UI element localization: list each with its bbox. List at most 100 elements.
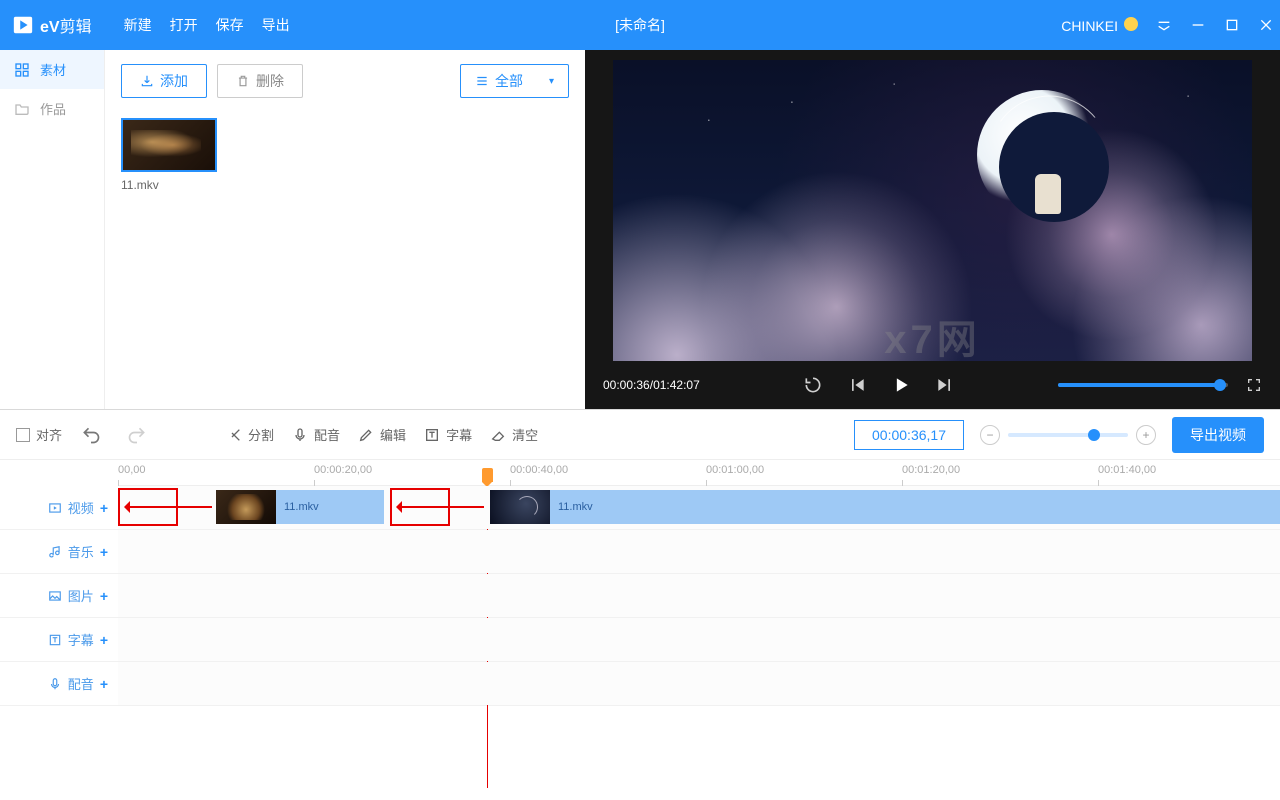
app-logo: eV剪辑: [0, 13, 104, 37]
sidebar-item-media[interactable]: 素材: [0, 50, 104, 89]
slider-thumb[interactable]: [1088, 429, 1100, 441]
undo-icon: [81, 425, 101, 445]
next-icon[interactable]: [935, 375, 955, 395]
minimize-icon[interactable]: [1190, 17, 1206, 33]
dub-tool[interactable]: 配音: [292, 425, 340, 444]
time-ruler[interactable]: 00,00 00:00:20,00 00:00:40,00 00:01:00,0…: [118, 460, 1280, 486]
media-panel: 添加 删除 全部 ▾ 11.mkv: [105, 50, 585, 409]
plus-icon[interactable]: +: [100, 544, 108, 560]
timeline-toolbar-right: − + 导出视频: [854, 417, 1264, 453]
import-icon: [140, 74, 154, 88]
ruler-mark: 00,00: [118, 464, 146, 476]
logo-text: eV剪辑: [40, 13, 92, 37]
pencil-icon: [358, 427, 374, 443]
preview-time: 00:00:36/01:42:07: [603, 378, 700, 392]
rewind-icon[interactable]: [803, 375, 823, 395]
document-title: [未命名]: [615, 15, 665, 35]
watermark: x7网: [884, 307, 981, 361]
annotation-arrow: [126, 506, 212, 508]
scissors-icon: [226, 427, 242, 443]
dub-track-head[interactable]: 配音+: [0, 662, 118, 705]
video-track-head[interactable]: 视频+: [0, 486, 118, 529]
video-track-area[interactable]: 11.mkv 11.mkv 不留空白，前移。 前移实现无缝衔接: [118, 486, 1280, 529]
align-checkbox[interactable]: 对齐: [16, 425, 62, 444]
play-icon[interactable]: [891, 375, 911, 395]
ruler-mark: 00:01:40,00: [1098, 464, 1156, 476]
split-tool[interactable]: 分割: [226, 425, 274, 444]
add-button[interactable]: 添加: [121, 64, 207, 98]
sidebar-item-works[interactable]: 作品: [0, 89, 104, 128]
plus-icon[interactable]: +: [100, 500, 108, 516]
redo-icon: [127, 425, 147, 445]
plus-icon[interactable]: +: [100, 588, 108, 604]
checkbox-icon: [16, 428, 30, 442]
video-clip[interactable]: 11.mkv: [216, 490, 384, 524]
user-name[interactable]: CHINKEI: [1061, 17, 1138, 34]
subtitle-track-area[interactable]: [118, 618, 1280, 661]
figure-shape: [1035, 174, 1061, 214]
export-video-button[interactable]: 导出视频: [1172, 417, 1264, 453]
media-grid: 11.mkv: [121, 118, 569, 192]
title-bar: eV剪辑 新建 打开 保存 导出 [未命名] CHINKEI: [0, 0, 1280, 50]
sidebar-works-label: 作品: [40, 99, 66, 118]
timeline: 00,00 00:00:20,00 00:00:40,00 00:01:00,0…: [0, 460, 1280, 800]
eraser-icon: [490, 427, 506, 443]
image-track-area[interactable]: [118, 574, 1280, 617]
video-icon: [48, 501, 62, 515]
redo-button[interactable]: [120, 418, 154, 452]
play-controls: [700, 375, 1058, 395]
image-track-head[interactable]: 图片+: [0, 574, 118, 617]
video-clip[interactable]: 11.mkv: [490, 490, 1280, 524]
media-item[interactable]: 11.mkv: [121, 118, 217, 192]
timecode-input[interactable]: [854, 420, 964, 450]
timeline-toolbar: 对齐 分割 配音 编辑 字幕 清空 − + 导出视频: [0, 410, 1280, 460]
plus-icon[interactable]: +: [100, 632, 108, 648]
sidebar-media-label: 素材: [40, 60, 66, 79]
mic-icon: [292, 427, 308, 443]
playhead-handle[interactable]: [482, 468, 493, 482]
menu-new[interactable]: 新建: [124, 15, 152, 35]
zoom-in-button[interactable]: +: [1136, 425, 1156, 445]
main-menu: 新建 打开 保存 导出: [124, 15, 290, 35]
plus-icon[interactable]: +: [100, 676, 108, 692]
media-thumbnail: [121, 118, 217, 172]
preview-frame: x7网: [613, 60, 1252, 361]
menu-save[interactable]: 保存: [216, 15, 244, 35]
clear-tool[interactable]: 清空: [490, 425, 538, 444]
media-name: 11.mkv: [121, 178, 217, 192]
slider-thumb[interactable]: [1214, 379, 1226, 391]
fullscreen-icon[interactable]: [1246, 377, 1262, 393]
title-right: CHINKEI: [1061, 17, 1274, 34]
delete-label: 删除: [256, 71, 284, 91]
prev-icon[interactable]: [847, 375, 867, 395]
clip-thumbnail: [216, 490, 276, 524]
clip-thumbnail: [490, 490, 550, 524]
menu-open[interactable]: 打开: [170, 15, 198, 35]
dub-track-area[interactable]: [118, 662, 1280, 705]
subtitle-track: 字幕+: [0, 618, 1280, 662]
folder-icon: [14, 101, 30, 117]
subtitle-tool[interactable]: 字幕: [424, 425, 472, 444]
clip-label: 11.mkv: [558, 501, 593, 513]
subtitle-track-head[interactable]: 字幕+: [0, 618, 118, 661]
delete-button[interactable]: 删除: [217, 64, 303, 98]
music-track: 音乐+: [0, 530, 1280, 574]
zoom-out-button[interactable]: −: [980, 425, 1000, 445]
music-track-head[interactable]: 音乐+: [0, 530, 118, 573]
ruler-mark: 00:00:40,00: [510, 464, 568, 476]
undo-button[interactable]: [74, 418, 108, 452]
media-toolbar: 添加 删除 全部 ▾: [121, 64, 569, 98]
volume-slider[interactable]: [1058, 383, 1228, 387]
music-track-area[interactable]: [118, 530, 1280, 573]
text-icon: [48, 633, 62, 647]
dub-track: 配音+: [0, 662, 1280, 706]
edit-tool[interactable]: 编辑: [358, 425, 406, 444]
close-icon[interactable]: [1258, 17, 1274, 33]
dropdown-icon[interactable]: [1156, 17, 1172, 33]
maximize-icon[interactable]: [1224, 17, 1240, 33]
filter-button[interactable]: 全部 ▾: [460, 64, 569, 98]
zoom-control: − +: [980, 425, 1156, 445]
menu-export[interactable]: 导出: [262, 15, 290, 35]
ruler-mark: 00:01:00,00: [706, 464, 764, 476]
zoom-slider[interactable]: [1008, 433, 1128, 437]
